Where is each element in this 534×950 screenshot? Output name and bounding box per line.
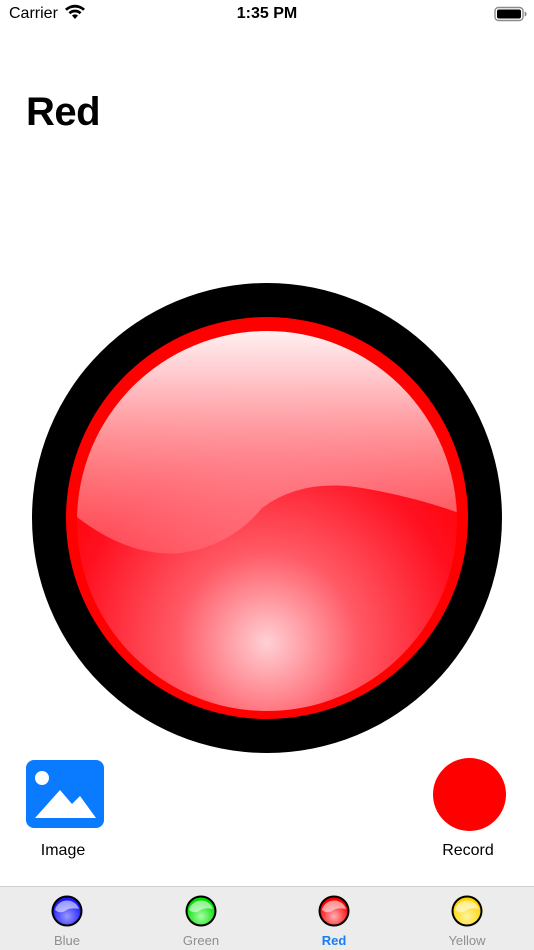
image-button[interactable] <box>26 760 104 828</box>
status-bar: Carrier 1:35 PM <box>0 0 534 28</box>
battery-icon <box>494 6 527 22</box>
tab-blue[interactable]: Blue <box>0 887 134 950</box>
record-label: Record <box>442 842 494 859</box>
main-red-button[interactable] <box>32 283 502 753</box>
clock-label: 1:35 PM <box>236 5 298 22</box>
blue-orb-icon <box>51 895 83 927</box>
red-orb-icon <box>318 895 350 927</box>
tab-label-yellow: Yellow <box>448 933 486 948</box>
tab-bar: Blue Green Red Yellow <box>0 886 534 950</box>
tab-label-green: Green <box>182 933 220 948</box>
page-title: Red <box>26 90 101 134</box>
tab-label-blue: Blue <box>53 933 81 948</box>
app-screen: Carrier 1:35 PM Red Image Record Blue Gr… <box>0 0 534 950</box>
tab-yellow[interactable]: Yellow <box>400 887 534 950</box>
image-label: Image <box>40 842 86 859</box>
tab-green[interactable]: Green <box>134 887 268 950</box>
tab-red[interactable]: Red <box>267 887 401 950</box>
tab-label-red: Red <box>321 933 347 948</box>
yellow-orb-icon <box>451 895 483 927</box>
record-button[interactable] <box>433 758 506 831</box>
green-orb-icon <box>185 895 217 927</box>
